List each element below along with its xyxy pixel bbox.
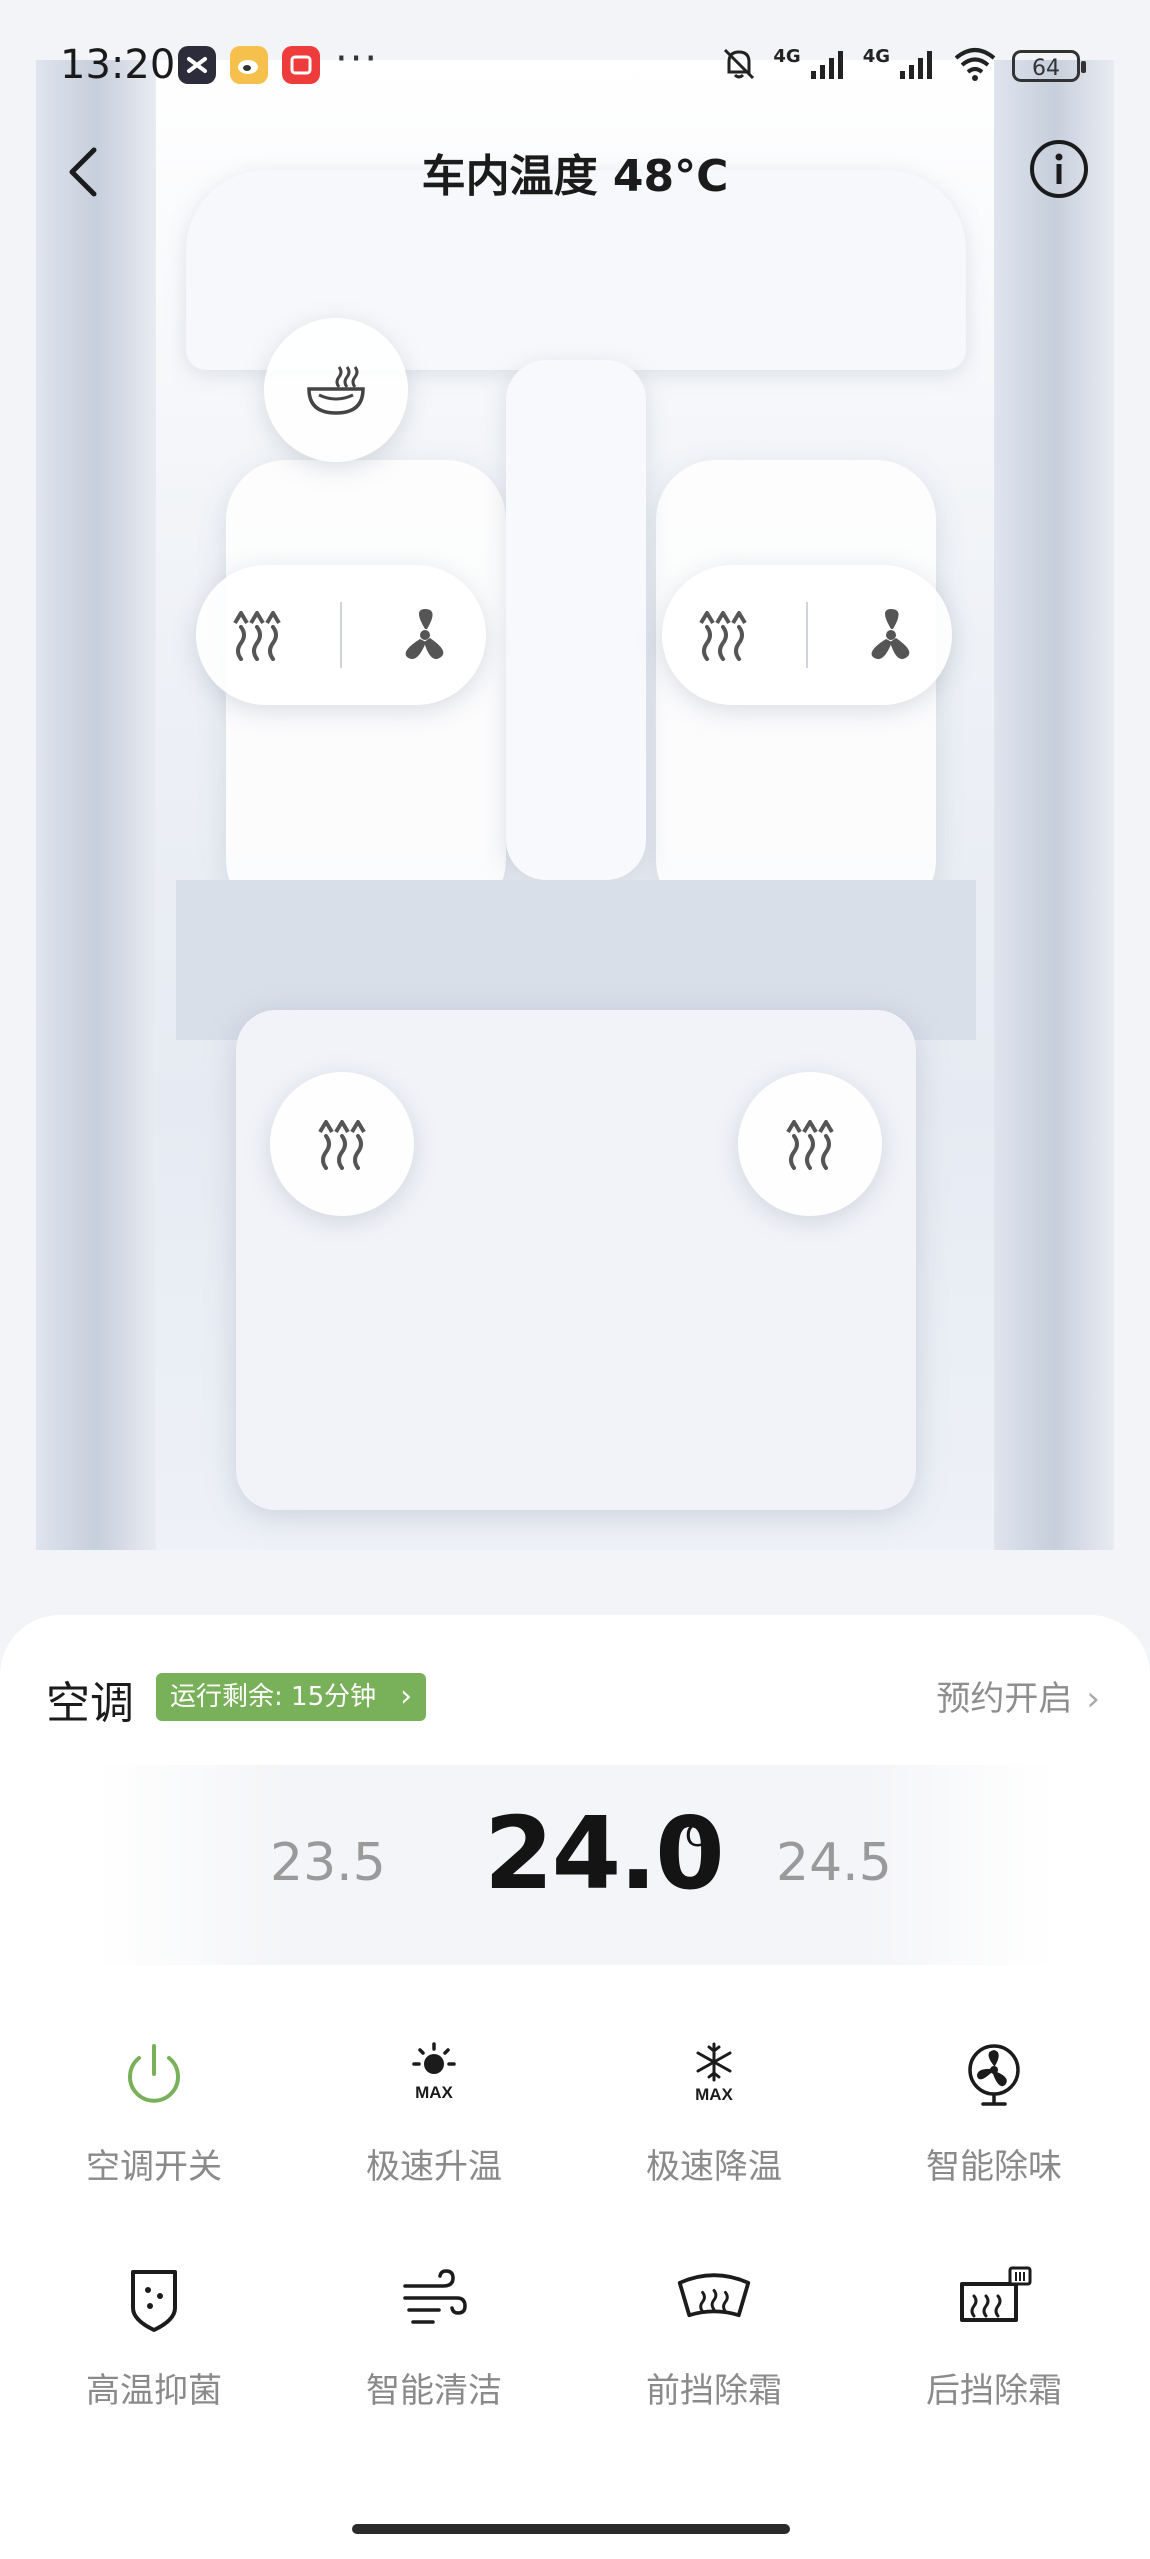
seat-heat-icon (699, 611, 748, 661)
home-indicator[interactable] (352, 2524, 790, 2534)
front-defrost-button[interactable]: 前挡除霜 (574, 2259, 854, 2439)
front-right-seat-controls (662, 565, 952, 705)
network-type-2: 4G (862, 45, 890, 67)
high-temp-sterilize-button[interactable]: 高温抑菌 (14, 2259, 294, 2439)
steering-heat-icon (307, 366, 365, 415)
runtime-remaining-badge[interactable]: 运行剩余: 15分钟 › (156, 1673, 427, 1721)
function-label: 前挡除霜 (646, 2371, 782, 2411)
divider (805, 602, 808, 668)
wind-icon (394, 2259, 474, 2339)
chevron-right-icon: › (1086, 1679, 1100, 1719)
rear-right-seat-heat-button[interactable] (738, 1072, 882, 1216)
page-title: 车内温度 48°C (421, 151, 729, 202)
rear-left-seat-heat-button[interactable] (270, 1072, 414, 1216)
fan-icon (954, 2035, 1034, 2115)
rear-defrost-icon (954, 2259, 1034, 2339)
rear-defrost-button[interactable]: 后挡除霜 (854, 2259, 1134, 2439)
svg-text:MAX: MAX (695, 2085, 733, 2104)
svg-text:MAX: MAX (415, 2083, 453, 2102)
status-indicators: 4G 4G 64 (719, 44, 1086, 88)
temp-unit: °C (670, 1819, 706, 1854)
power-icon (114, 2035, 194, 2115)
function-label: 智能清洁 (366, 2371, 502, 2411)
function-label: 空调开关 (86, 2147, 222, 2187)
seat-vent-icon (871, 609, 910, 660)
function-label: 高温抑菌 (86, 2371, 222, 2411)
front-right-seat-heat-button[interactable] (683, 595, 763, 675)
signal-icon (809, 47, 849, 85)
signal-icon-2 (898, 47, 938, 85)
schedule-label: 预约开启 (936, 1679, 1073, 1719)
red-app-icon (282, 46, 320, 84)
page-header: 车内温度 48°C (0, 120, 1150, 220)
seat-heat-icon (233, 611, 282, 661)
seat-heat-icon (318, 1120, 366, 1170)
steering-wheel-heat-button[interactable] (264, 318, 408, 462)
chevron-right-icon: › (400, 1679, 413, 1714)
mute-icon (719, 44, 759, 88)
car-visual (36, 60, 1114, 1550)
front-defrost-icon (674, 2259, 754, 2339)
capcut-icon (178, 46, 216, 84)
left-door-panel (36, 60, 156, 1550)
weibo-icon (230, 46, 268, 84)
front-left-seat-heat-button[interactable] (217, 595, 297, 675)
status-time: 13:20 (60, 42, 176, 88)
front-right-seat-vent-button[interactable] (851, 595, 931, 675)
smart-deodorize-button[interactable]: 智能除味 (854, 2035, 1134, 2215)
runtime-remaining-text: 运行剩余: 15分钟 (170, 1682, 377, 1712)
info-icon (1030, 140, 1088, 198)
ac-power-button[interactable]: 空调开关 (14, 2035, 294, 2215)
ac-title: 空调 (46, 1678, 134, 1729)
smart-clean-button[interactable]: 智能清洁 (294, 2259, 574, 2439)
status-bar: 13:20 ··· 4G 4G 64 (0, 0, 1150, 135)
schedule-button[interactable]: 预约开启 › (936, 1671, 1100, 1720)
center-console (506, 360, 646, 880)
snow-max-icon: MAX (674, 2035, 754, 2115)
function-label: 极速降温 (646, 2147, 782, 2187)
info-button[interactable] (1028, 138, 1090, 200)
quick-heat-button[interactable]: MAX 极速升温 (294, 2035, 574, 2215)
temp-option-lower[interactable]: 23.5 (270, 1833, 386, 1893)
divider (339, 602, 342, 668)
sun-max-icon: MAX (394, 2035, 474, 2115)
function-label: 后挡除霜 (926, 2371, 1062, 2411)
quick-cool-button[interactable]: MAX 极速降温 (574, 2035, 854, 2215)
front-left-seat-vent-button[interactable] (385, 595, 465, 675)
seat-vent-icon (405, 609, 444, 660)
battery-level: 64 (1012, 50, 1086, 82)
temp-option-higher[interactable]: 24.5 (776, 1833, 892, 1893)
front-left-seat-controls (196, 565, 486, 705)
seat-heat-icon (786, 1120, 834, 1170)
ac-panel: 空调 运行剩余: 15分钟 › 预约开启 › 23.5 24.0 °C 24.5 … (0, 1615, 1150, 2559)
right-door-panel (994, 60, 1114, 1550)
function-label: 智能除味 (926, 2147, 1062, 2187)
wifi-icon (952, 46, 998, 86)
shield-icon (114, 2259, 194, 2339)
network-type-1: 4G (773, 45, 801, 67)
function-label: 极速升温 (366, 2147, 502, 2187)
more-notifications: ··· (335, 36, 380, 82)
